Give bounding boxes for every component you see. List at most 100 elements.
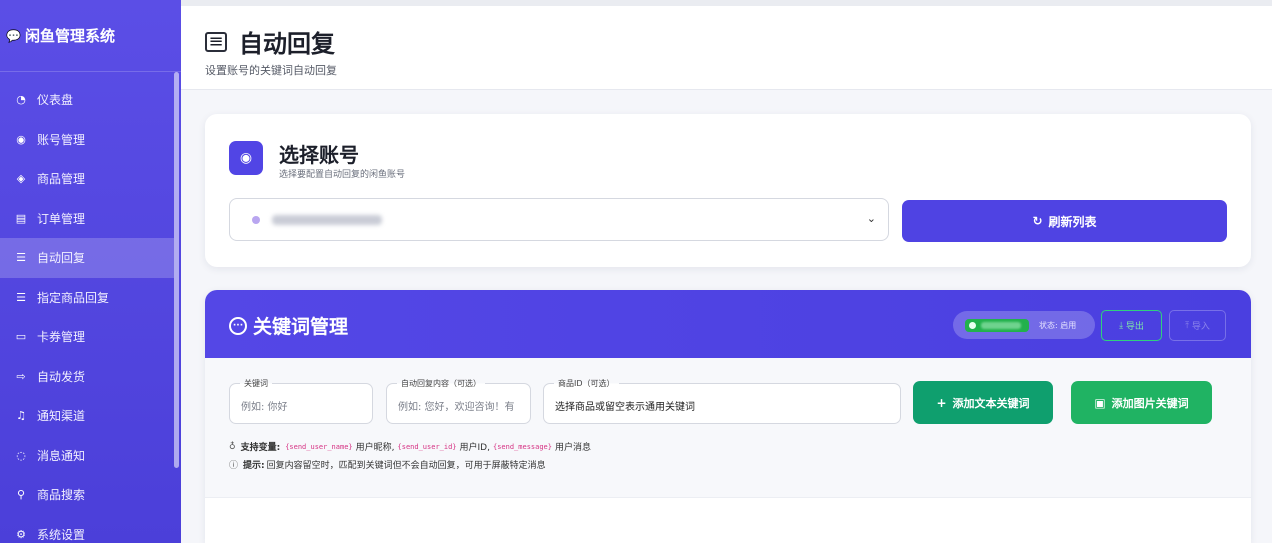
page-title-text: 自动回复 — [239, 30, 335, 58]
keyword-form: 关键词 例如: 你好 自动回复内容（可选） 例如: 您好，欢迎咨询！有 商品ID… — [205, 358, 1251, 498]
var-user-name-desc: 用户昵称, — [355, 443, 395, 453]
sidebar-item-8[interactable]: ♫ 通知渠道 — [0, 396, 174, 436]
sidebar-item-11[interactable]: ⚙ 系统设置 — [0, 515, 174, 543]
account-select[interactable]: ⌄ — [229, 198, 889, 241]
var-user-id-desc: 用户ID, — [459, 443, 490, 453]
status-toggle[interactable]: 状态: 启用 — [953, 311, 1095, 339]
account-name-redacted — [272, 214, 382, 225]
keyword-card-header: ··· 关键词管理 状态: 启用 ⤓ 导出 ⤒ 导入 — [205, 290, 1251, 358]
var-user-id: {send_user_id} — [397, 442, 457, 451]
keyword-card: ··· 关键词管理 状态: 启用 ⤓ 导出 ⤒ 导入 关键词 例如: 你好 自动… — [205, 290, 1251, 543]
sidebar-item-label: 账号管理 — [37, 132, 86, 147]
info-circle-icon: ⓘ — [229, 461, 239, 471]
export-button[interactable]: ⤓ 导出 — [1101, 310, 1162, 341]
variables-hint: ♁ 支持变量: {send_user_name} 用户昵称, {send_use… — [229, 440, 592, 454]
brand-name: 闲鱼管理系统 — [24, 27, 115, 45]
search-icon: ⚲ — [16, 488, 26, 502]
account-card-title: 选择账号 — [279, 143, 359, 167]
sidebar-nav: ◔ 仪表盘 ◉ 账号管理 ◈ 商品管理 ▤ 订单管理 ☰ 自动回复 ☰ 指定商品回复 ▭ 卡券管理 ⇨ 自动发… — [0, 80, 181, 543]
sidebar-item-label: 指定商品回复 — [37, 290, 110, 305]
sidebar-item-0[interactable]: ◔ 仪表盘 — [0, 80, 174, 120]
refresh-label: 刷新列表 — [1048, 214, 1097, 229]
var-message-desc: 用户消息 — [555, 443, 592, 453]
var-user-name: {send_user_name} — [285, 442, 353, 451]
sidebar-item-7[interactable]: ⇨ 自动发货 — [0, 357, 174, 397]
sidebar-item-10[interactable]: ⚲ 商品搜索 — [0, 475, 174, 515]
chat-square-icon: ≡ — [205, 31, 227, 52]
add-image-keyword-button[interactable]: ▣ 添加图片关键词 — [1071, 381, 1212, 424]
upload-icon: ⤒ — [1185, 320, 1192, 331]
sidebar-item-label: 商品搜索 — [37, 488, 86, 503]
gear-icon: ⚙ — [16, 527, 26, 541]
reply-content-label: 自动回复内容（可选） — [397, 378, 485, 389]
reply-content-placeholder: 例如: 您好，欢迎咨询！有 — [398, 402, 515, 413]
plus-icon: + — [936, 395, 947, 410]
page-header: ≡ 自动回复 设置账号的关键词自动回复 — [181, 0, 1272, 90]
page-title: ≡ 自动回复 — [205, 24, 335, 59]
variables-title: 支持变量: — [240, 443, 281, 453]
sidebar-item-label: 自动回复 — [37, 251, 86, 266]
chat-dots-icon: ◌ — [16, 448, 26, 462]
refresh-icon: ↻ — [1032, 214, 1043, 228]
add-image-keyword-label: 添加图片关键词 — [1111, 396, 1189, 410]
import-button[interactable]: ⤒ 导入 — [1169, 310, 1226, 341]
sidebar-item-1[interactable]: ◉ 账号管理 — [0, 120, 174, 160]
image-icon: ▣ — [1094, 395, 1106, 410]
item-id-select[interactable]: 商品ID（可选） 选择商品或留空表示通用关键词 — [543, 378, 901, 424]
reply-content-input[interactable]: 自动回复内容（可选） 例如: 您好，欢迎咨询！有 — [386, 378, 531, 424]
bell-icon: ♫ — [16, 409, 26, 423]
keyword-card-title: ··· 关键词管理 — [229, 312, 348, 339]
item-id-value: 选择商品或留空表示通用关键词 — [555, 402, 695, 413]
chat-dots-icon: ··· — [229, 316, 247, 335]
status-text: 状态: 启用 — [1039, 320, 1077, 330]
tip-hint: ⓘ 提示: 回复内容留空时，匹配到关键词但不会自动回复，可用于屏蔽特定消息 — [229, 458, 546, 471]
add-text-keyword-label: 添加文本关键词 — [952, 396, 1030, 410]
sidebar-item-label: 卡券管理 — [37, 330, 86, 345]
keyword-label: 关键词 — [240, 378, 272, 389]
item-id-label: 商品ID（可选） — [554, 378, 619, 389]
sidebar-item-label: 通知渠道 — [37, 409, 86, 424]
keyword-card-title-text: 关键词管理 — [253, 316, 349, 338]
var-message: {send_message} — [492, 442, 552, 451]
sidebar-item-label: 自动发货 — [37, 369, 86, 384]
account-card-subtitle: 选择要配置自动回复的闲鱼账号 — [279, 170, 406, 180]
receipt-icon: ▤ — [15, 211, 27, 225]
toggle-switch[interactable] — [965, 318, 1029, 332]
sidebar-scrollbar[interactable] — [174, 72, 179, 468]
user-circle-icon: ◉ — [229, 141, 263, 175]
keyword-placeholder: 例如: 你好 — [241, 402, 288, 413]
sidebar-item-label: 系统设置 — [37, 527, 86, 542]
sidebar-item-5[interactable]: ☰ 指定商品回复 — [0, 278, 174, 318]
add-text-keyword-button[interactable]: + 添加文本关键词 — [913, 381, 1053, 424]
sidebar-item-3[interactable]: ▤ 订单管理 — [0, 199, 174, 239]
export-label: 导出 — [1125, 322, 1144, 332]
sidebar-item-label: 仪表盘 — [37, 93, 74, 108]
sidebar-item-6[interactable]: ▭ 卡券管理 — [0, 317, 174, 357]
account-card: ◉ 选择账号 选择要配置自动回复的闲鱼账号 ⌄ ↻ 刷新列表 — [205, 114, 1251, 267]
sidebar: 💬 闲鱼管理系统 ◔ 仪表盘 ◉ 账号管理 ◈ 商品管理 ▤ 订单管理 ☰ 自动回复 ☰ 指定商品回复… — [0, 0, 181, 543]
lightbulb-icon: ♁ — [229, 441, 236, 452]
chat-square-icon: ☰ — [16, 290, 26, 304]
brand[interactable]: 💬 闲鱼管理系统 — [0, 0, 181, 72]
keyword-input[interactable]: 关键词 例如: 你好 — [229, 378, 373, 424]
dashboard-icon: ◔ — [16, 93, 26, 107]
import-label: 导入 — [1191, 322, 1210, 332]
page-subtitle: 设置账号的关键词自动回复 — [205, 64, 337, 77]
user-circle-icon: ◉ — [16, 132, 26, 146]
sidebar-item-2[interactable]: ◈ 商品管理 — [0, 159, 174, 199]
sidebar-item-9[interactable]: ◌ 消息通知 — [0, 436, 174, 476]
sidebar-item-4[interactable]: ☰ 自动回复 — [0, 238, 174, 278]
tip-title: 提示: — [243, 461, 265, 471]
sidebar-item-label: 订单管理 — [37, 211, 86, 226]
chevron-down-icon: ⌄ — [866, 212, 876, 225]
download-icon: ⤓ — [1119, 320, 1126, 331]
sidebar-item-label: 消息通知 — [37, 448, 86, 463]
sidebar-item-label: 商品管理 — [37, 172, 86, 187]
tip-text: 回复内容留空时，匹配到关键词但不会自动回复，可用于屏蔽特定消息 — [266, 461, 546, 471]
card-icon: ▭ — [15, 330, 27, 344]
refresh-list-button[interactable]: ↻ 刷新列表 — [902, 200, 1227, 242]
account-status-dot — [252, 215, 260, 224]
chat-bubble-icon: 💬 — [6, 28, 21, 43]
chat-square-icon: ☰ — [16, 251, 26, 265]
truck-icon: ⇨ — [16, 369, 26, 383]
